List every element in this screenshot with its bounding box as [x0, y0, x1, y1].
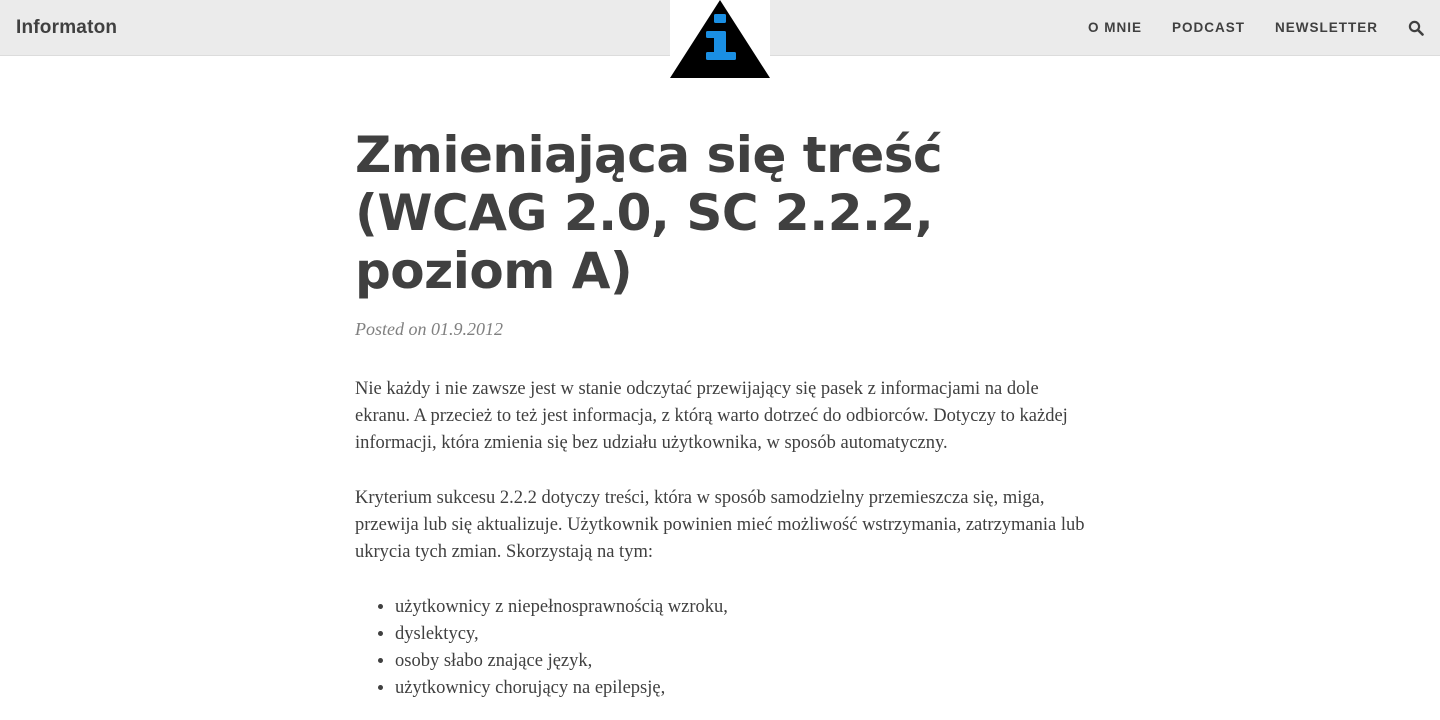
post-paragraph: Nie każdy i nie zawsze jest w stanie odc… [355, 379, 1068, 453]
info-triangle-icon [670, 0, 770, 78]
nav-link-newsletter[interactable]: NEWSLETTER [1275, 18, 1378, 38]
post-content: Nie każdy i nie zawsze jest w stanie odc… [355, 376, 1085, 702]
search-icon [1408, 20, 1424, 36]
main-nav: O MNIE PODCAST NEWSLETTER [1058, 0, 1424, 56]
site-logo[interactable] [670, 0, 770, 80]
list-item: użytkownicy z niepełnosprawnością wzroku… [395, 594, 1085, 621]
post-meta: Posted on 01.9.2012 [355, 319, 503, 339]
search-button[interactable] [1408, 20, 1424, 36]
nav-link-o-mnie[interactable]: O MNIE [1088, 18, 1142, 38]
post-title: Zmieniająca się treść (WCAG 2.0, SC 2.2.… [355, 126, 943, 300]
nav-link-podcast[interactable]: PODCAST [1172, 18, 1245, 38]
list-item: użytkownicy chorujący na epilepsję, [395, 675, 1085, 702]
beneficiaries-list: użytkownicy z niepełnosprawnością wzroku… [355, 594, 1085, 702]
list-item: osoby słabo znające język, [395, 648, 1085, 675]
post-paragraph: Kryterium sukcesu 2.2.2 dotyczy treści, … [355, 488, 1085, 562]
post-article: Zmieniająca się treść (WCAG 2.0, SC 2.2.… [355, 126, 1085, 702]
site-header: Informaton O MNIE PODCAST NEWSLETTER [0, 0, 1440, 80]
site-brand-link[interactable]: Informaton [16, 16, 117, 40]
list-item: dyslektycy, [395, 621, 1085, 648]
